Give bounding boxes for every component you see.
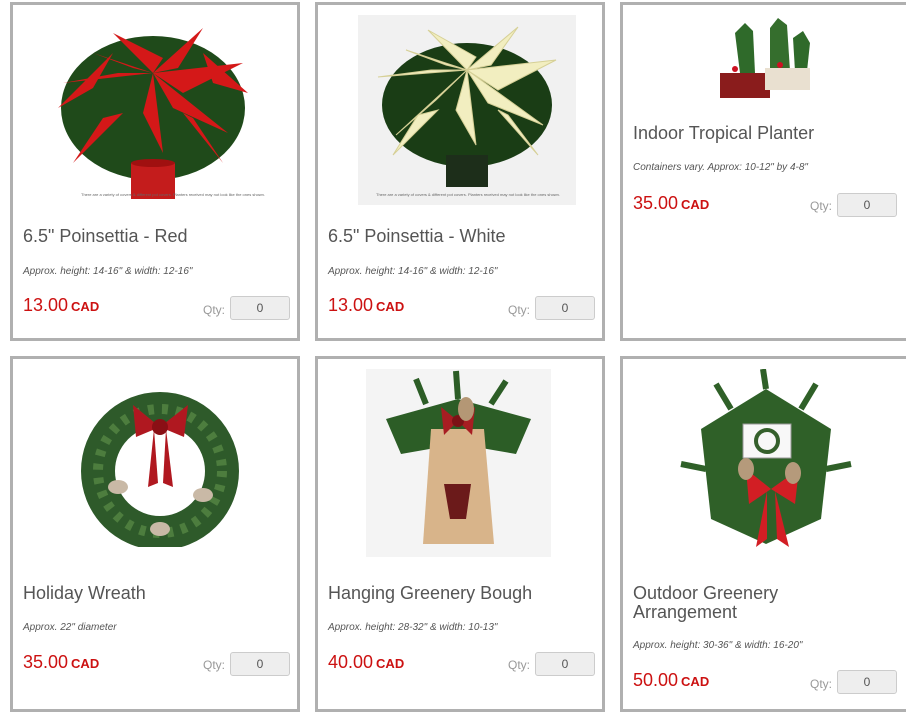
qty-label: Qty: xyxy=(508,303,531,317)
red-poinsettia-icon[interactable] xyxy=(53,13,253,203)
price-currency: CAD xyxy=(376,299,405,314)
product-price: 40.00 CAD xyxy=(328,652,404,673)
product-price: 35.00 CAD xyxy=(23,652,99,673)
price-value: 13.00 xyxy=(328,295,374,315)
quantity-input[interactable]: 0 xyxy=(230,296,290,320)
product-card: There are a variety of covers & differen… xyxy=(10,2,300,341)
product-price: 13.00 CAD xyxy=(23,295,99,316)
product-title[interactable]: Indoor Tropical Planter xyxy=(633,124,814,143)
product-description: Approx. height: 14-16" & width: 12-16" xyxy=(23,266,193,277)
product-description: Containers vary. Approx: 10-12" by 4-8" xyxy=(633,162,808,173)
image-disclaimer: There are a variety of covers & differen… xyxy=(81,192,266,197)
product-price: 50.00 CAD xyxy=(633,670,709,691)
price-value: 50.00 xyxy=(633,670,679,690)
product-price: 35.00 CAD xyxy=(633,193,709,214)
qty-label: Qty: xyxy=(203,303,226,317)
white-poinsettia-icon[interactable] xyxy=(358,15,576,205)
product-title[interactable]: Hanging Greenery Bough xyxy=(328,584,532,603)
product-card: Hanging Greenery Bough Approx. height: 2… xyxy=(315,356,605,712)
product-description: Approx. 22" diameter xyxy=(23,622,117,633)
product-title[interactable]: 6.5" Poinsettia - Red xyxy=(23,227,187,246)
price-value: 35.00 xyxy=(633,193,679,213)
qty-label: Qty: xyxy=(810,199,833,213)
qty-label: Qty: xyxy=(810,677,833,691)
price-value: 13.00 xyxy=(23,295,69,315)
greenery-bough-icon[interactable] xyxy=(366,369,551,557)
price-currency: CAD xyxy=(376,656,405,671)
price-currency: CAD xyxy=(71,299,100,314)
quantity-input[interactable]: 0 xyxy=(837,193,897,217)
price-currency: CAD xyxy=(71,656,100,671)
product-card: There are a variety of covers & differen… xyxy=(315,2,605,341)
product-description: Approx. height: 28-32" & width: 10-13" xyxy=(328,622,498,633)
price-currency: CAD xyxy=(681,674,710,689)
qty-label: Qty: xyxy=(203,658,226,672)
product-card: Outdoor Greenery Arrangement Approx. hei… xyxy=(620,356,906,712)
quantity-input[interactable]: 0 xyxy=(535,652,595,676)
price-value: 40.00 xyxy=(328,652,374,672)
image-disclaimer: There are a variety of covers & differen… xyxy=(376,192,561,197)
quantity-input[interactable]: 0 xyxy=(837,670,897,694)
price-value: 35.00 xyxy=(23,652,69,672)
product-card: Indoor Tropical Planter Containers vary.… xyxy=(620,2,906,341)
quantity-input[interactable]: 0 xyxy=(535,296,595,320)
product-price: 13.00 CAD xyxy=(328,295,404,316)
product-title[interactable]: 6.5" Poinsettia - White xyxy=(328,227,505,246)
price-currency: CAD xyxy=(681,197,710,212)
product-title[interactable]: Holiday Wreath xyxy=(23,584,146,603)
tropical-planter-icon[interactable] xyxy=(715,13,815,103)
product-card: Holiday Wreath Approx. 22" diameter 35.0… xyxy=(10,356,300,712)
product-title[interactable]: Outdoor Greenery Arrangement xyxy=(633,584,803,622)
wreath-icon[interactable] xyxy=(78,387,243,550)
product-description: Approx. height: 30-36" & width: 16-20" xyxy=(633,640,803,651)
product-description: Approx. height: 14-16" & width: 12-16" xyxy=(328,266,498,277)
qty-label: Qty: xyxy=(508,658,531,672)
greenery-arrangement-icon[interactable] xyxy=(671,368,861,559)
quantity-input[interactable]: 0 xyxy=(230,652,290,676)
